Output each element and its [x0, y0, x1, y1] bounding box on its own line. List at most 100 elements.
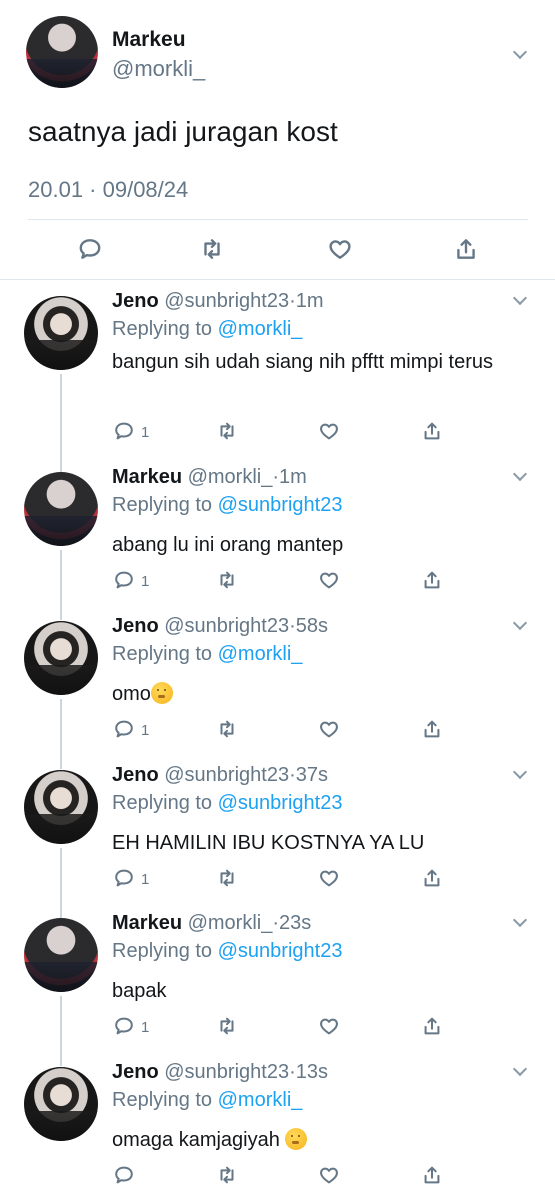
chevron-down-icon[interactable]	[513, 622, 527, 631]
reply-text: EH HAMILIN IBU KOSTNYA YA LU	[112, 832, 425, 854]
share-icon[interactable]	[421, 569, 443, 591]
retweet-icon[interactable]	[216, 1164, 238, 1186]
avatar[interactable]	[26, 16, 98, 88]
reply-time[interactable]: 13s	[296, 1061, 328, 1083]
share-icon[interactable]	[453, 236, 479, 262]
reply-time[interactable]: 58s	[296, 615, 328, 637]
author-name[interactable]: Jeno	[112, 764, 159, 786]
like-icon[interactable]	[318, 1015, 340, 1037]
author-handle[interactable]: @morkli_	[188, 912, 273, 934]
author-name[interactable]: Markeu	[112, 912, 182, 934]
reply-icon[interactable]	[113, 569, 135, 591]
chevron-down-icon[interactable]	[513, 297, 527, 306]
separator-dot: ·	[289, 1061, 296, 1083]
shushing-face-icon	[150, 682, 173, 704]
reply-count: 1	[141, 573, 150, 590]
share-icon[interactable]	[421, 1164, 443, 1186]
reply-tweet[interactable]: Jeno @sunbright23·37s Replying to @sunbr…	[0, 752, 555, 918]
reply-text: omaga kamjagiyah	[112, 1125, 522, 1155]
reply-text: bangun sih udah siang nih pfftt mimpi te…	[112, 351, 493, 373]
retweet-icon[interactable]	[216, 420, 238, 442]
tweet-text: saatnya jadi juragan kost	[28, 116, 338, 147]
mention-link[interactable]: @morkli_	[218, 1089, 303, 1111]
like-icon[interactable]	[318, 420, 340, 442]
share-icon[interactable]	[421, 867, 443, 889]
like-icon[interactable]	[318, 718, 340, 740]
reply-text-content: omo	[112, 683, 151, 705]
chevron-down-icon[interactable]	[513, 473, 527, 482]
retweet-icon[interactable]	[216, 1015, 238, 1037]
separator-dot: ·	[289, 764, 296, 786]
share-icon[interactable]	[421, 1015, 443, 1037]
mention-link[interactable]: @sunbright23	[218, 792, 343, 814]
avatar[interactable]	[24, 296, 98, 370]
author-handle[interactable]: @sunbright23	[164, 290, 289, 312]
reply-time[interactable]: 1m	[296, 290, 324, 312]
mention-link[interactable]: @sunbright23	[218, 940, 343, 962]
chevron-down-icon[interactable]	[513, 771, 527, 780]
author-name[interactable]: Markeu	[112, 466, 182, 488]
avatar[interactable]	[24, 472, 98, 546]
reply-icon[interactable]	[113, 1164, 135, 1186]
chevron-down-icon[interactable]	[513, 51, 527, 60]
like-icon[interactable]	[318, 569, 340, 591]
author-name[interactable]: Jeno	[112, 1061, 159, 1083]
mention-link[interactable]: @morkli_	[218, 643, 303, 665]
thread-line	[60, 374, 62, 432]
author-handle[interactable]: @sunbright23	[164, 764, 289, 786]
reply-time[interactable]: 1m	[279, 466, 307, 488]
retweet-icon[interactable]	[216, 867, 238, 889]
reply-icon[interactable]	[113, 420, 135, 442]
reply-header: Jeno @sunbright23·37s	[112, 764, 328, 787]
reply-tweet[interactable]: Markeu @morkli_·1m Replying to @sunbrigh…	[0, 432, 555, 620]
reply-count: 1	[141, 1019, 150, 1036]
reply-icon[interactable]	[113, 1015, 135, 1037]
reply-time[interactable]: 37s	[296, 764, 328, 786]
avatar[interactable]	[24, 918, 98, 992]
retweet-icon[interactable]	[199, 236, 225, 262]
reply-count: 1	[141, 424, 150, 441]
reply-text: bapak	[112, 980, 167, 1002]
replying-label: Replying to	[112, 318, 213, 340]
reply-icon[interactable]	[113, 718, 135, 740]
mention-link[interactable]: @sunbright23	[218, 494, 343, 516]
author-handle[interactable]: @sunbright23	[164, 1061, 289, 1083]
replying-to: Replying to @morkli_	[112, 318, 302, 341]
retweet-icon[interactable]	[216, 569, 238, 591]
author-name[interactable]: Jeno	[112, 290, 159, 312]
reply-tweet[interactable]: Jeno @sunbright23·13s Replying to @morkl…	[0, 1049, 555, 1200]
mention-link[interactable]: @morkli_	[218, 318, 303, 340]
reply-header: Jeno @sunbright23·1m	[112, 290, 324, 313]
replying-to: Replying to @morkli_	[112, 1089, 302, 1112]
share-icon[interactable]	[421, 420, 443, 442]
divider	[28, 219, 528, 220]
author-handle[interactable]: @morkli_	[188, 466, 273, 488]
share-icon[interactable]	[421, 718, 443, 740]
chevron-down-icon[interactable]	[513, 919, 527, 928]
tweet-timestamp[interactable]: 20.01 · 09/08/24	[28, 177, 188, 203]
reply-icon[interactable]	[77, 236, 103, 262]
reply-tweet[interactable]: Jeno @sunbright23·58s Replying to @morkl…	[0, 603, 555, 769]
author-name[interactable]: Jeno	[112, 615, 159, 637]
author-handle[interactable]: @morkli_	[112, 56, 205, 82]
reply-icon[interactable]	[113, 867, 135, 889]
like-icon[interactable]	[318, 1164, 340, 1186]
separator-dot: ·	[289, 615, 296, 637]
reply-time[interactable]: 23s	[279, 912, 311, 934]
separator-dot: ·	[289, 290, 296, 312]
reply-header: Markeu @morkli_·1m	[112, 466, 307, 489]
reply-tweet[interactable]: Jeno @sunbright23·1m Replying to @morkli…	[0, 278, 555, 441]
retweet-icon[interactable]	[216, 718, 238, 740]
main-tweet: Markeu @morkli_ saatnya jadi juragan kos…	[0, 0, 555, 280]
like-icon[interactable]	[318, 867, 340, 889]
chevron-down-icon[interactable]	[513, 1068, 527, 1077]
replying-to: Replying to @sunbright23	[112, 940, 342, 963]
like-icon[interactable]	[327, 236, 353, 262]
reply-tweet[interactable]: Markeu @morkli_·23s Replying to @sunbrig…	[0, 900, 555, 1066]
author-name[interactable]: Markeu	[112, 28, 186, 52]
reply-header: Jeno @sunbright23·13s	[112, 1061, 328, 1084]
avatar[interactable]	[24, 1067, 98, 1141]
avatar[interactable]	[24, 621, 98, 695]
author-handle[interactable]: @sunbright23	[164, 615, 289, 637]
avatar[interactable]	[24, 770, 98, 844]
